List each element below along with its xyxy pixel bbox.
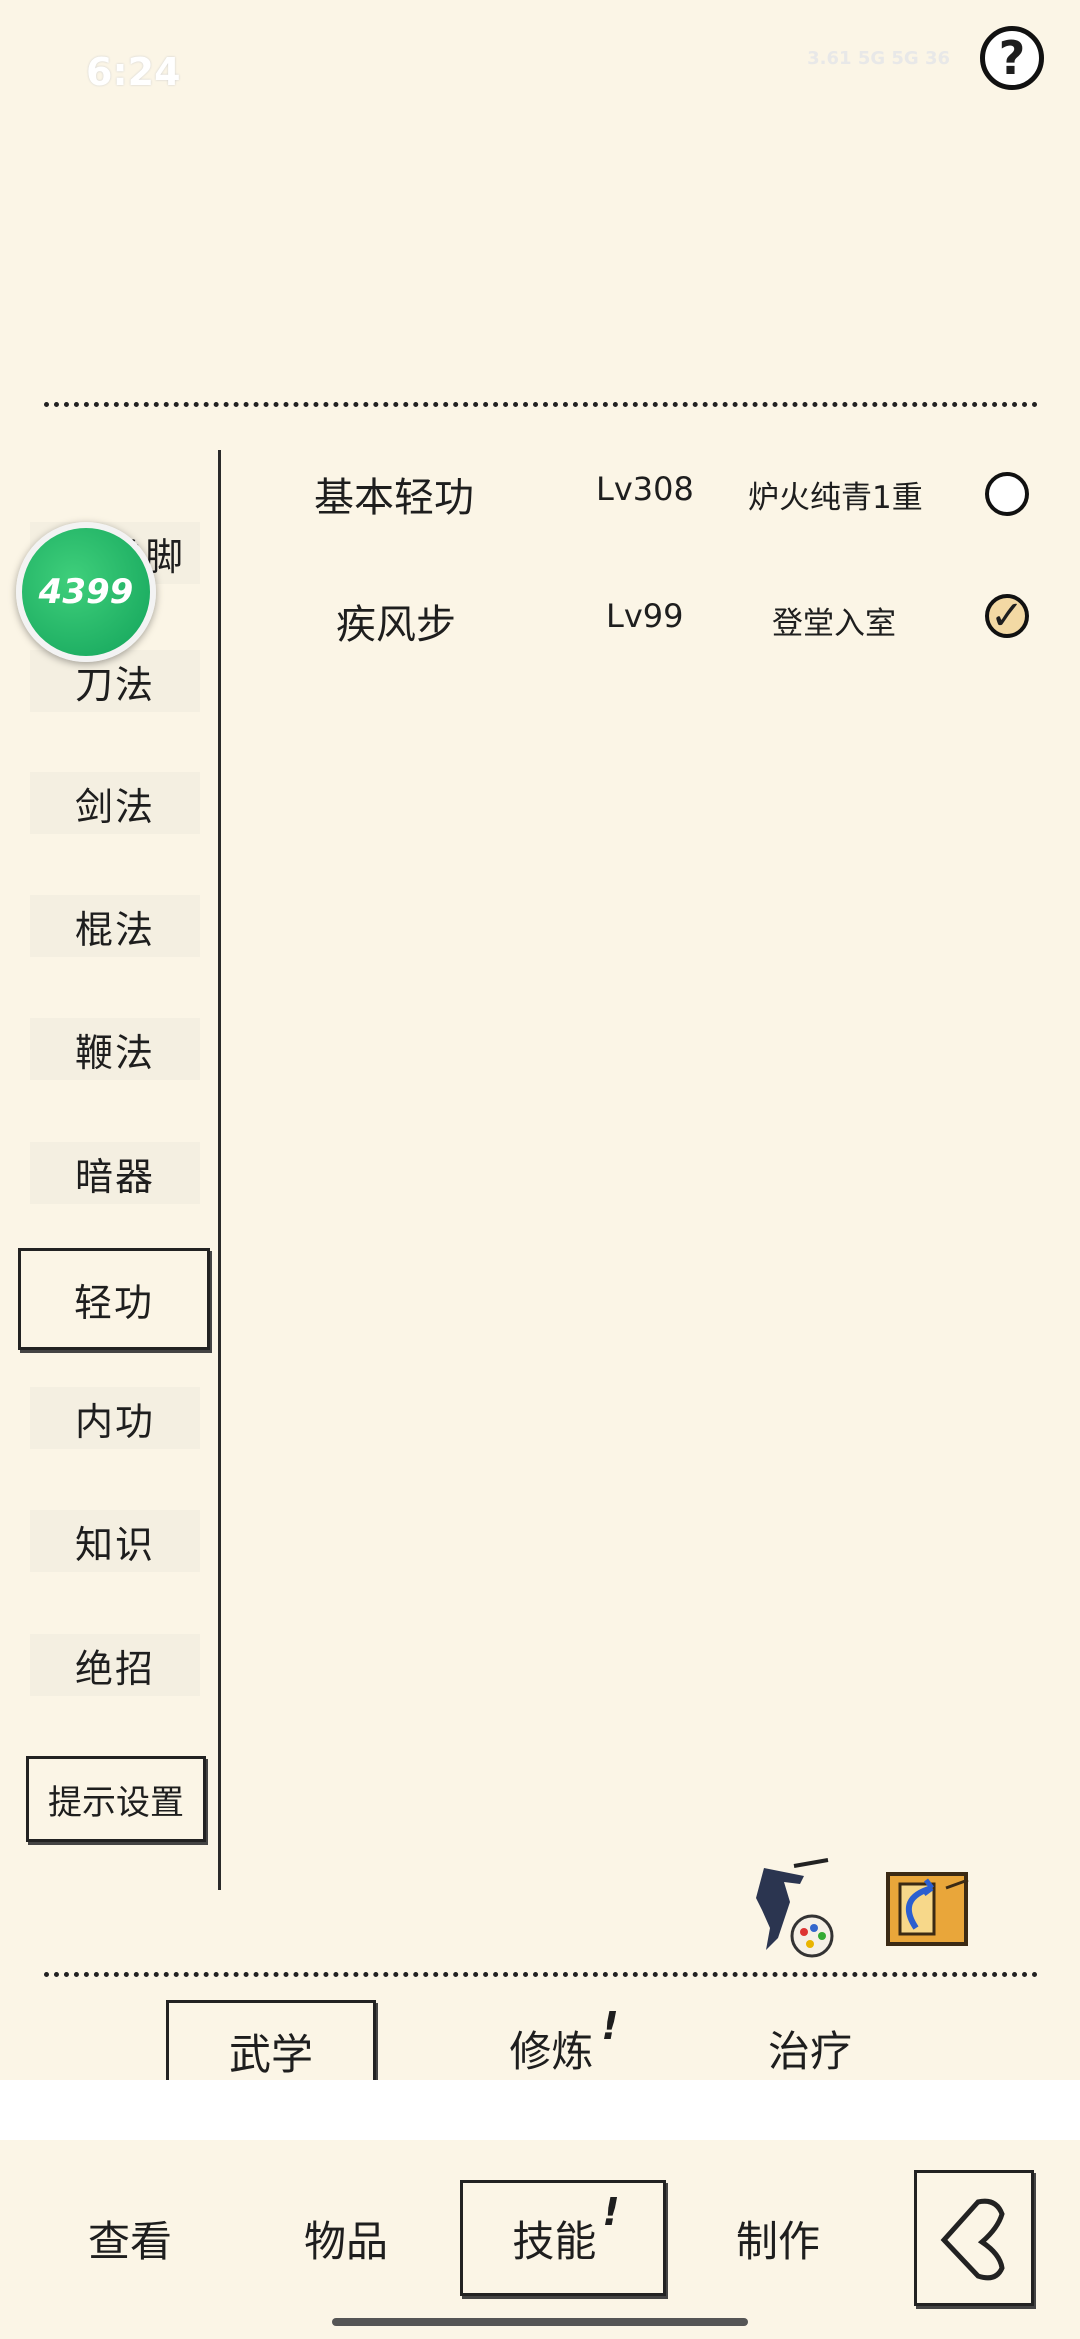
sidebar-item-label: 知识 [74, 1522, 155, 1567]
sidebar-item-label: 轻功 [73, 1280, 154, 1325]
sidebar-divider [218, 450, 221, 1890]
tab-label: 武学 [228, 2029, 313, 2079]
sidebar-item-jianfa[interactable]: 剑法 [30, 772, 200, 834]
sidebar-item-neigong[interactable]: 内功 [30, 1387, 200, 1449]
bottom-divider [44, 1972, 1038, 1977]
sidebar-item-bianfa[interactable]: 鞭法 [30, 1018, 200, 1080]
tip-settings-button[interactable]: 提示设置 [26, 1756, 206, 1842]
sidebar-item-qinggong[interactable]: 轻功 [18, 1248, 210, 1350]
nav-label: 制作 [735, 2216, 820, 2266]
sidebar-item-daofa[interactable]: 刀法 [30, 650, 200, 712]
alert-badge: ! [602, 2190, 620, 2234]
skill-name: 疾风步 [336, 602, 456, 648]
skill-stage: 登堂入室 [772, 606, 896, 642]
question-icon: ? [998, 31, 1026, 85]
checkmark-icon: ✓ [990, 593, 1024, 639]
status-signal: 3.61 5G 5G 36 [807, 48, 950, 69]
status-time: 6:24 [86, 50, 181, 94]
sidebar-item-label: 剑法 [74, 784, 155, 829]
nav-label: 查看 [87, 2216, 172, 2266]
refresh-book-icon[interactable] [876, 1858, 986, 1958]
sidebar-item-label: 内功 [74, 1399, 155, 1444]
alert-badge: ! [601, 2004, 619, 2048]
nav-skills[interactable]: 技能 ! [460, 2180, 666, 2296]
nav-label: 技能 [512, 2216, 597, 2266]
nav-label: 物品 [303, 2216, 388, 2266]
sidebar-item-gunfa[interactable]: 棍法 [30, 895, 200, 957]
back-arrow-icon [940, 2198, 1005, 2281]
tab-label: 治疗 [767, 2026, 852, 2076]
sidebar-item-label: 棍法 [74, 907, 155, 952]
nav-view[interactable]: 查看 [60, 2190, 200, 2286]
nav-items[interactable]: 物品 [276, 2190, 416, 2286]
back-button[interactable] [914, 2170, 1034, 2306]
nav-border [0, 2080, 1080, 2142]
sidebar-item-anqi[interactable]: 暗器 [30, 1142, 200, 1204]
top-divider [44, 402, 1038, 407]
sidebar-item-zhishi[interactable]: 知识 [30, 1510, 200, 1572]
tab-label: 修炼 [509, 2026, 594, 2076]
ninja-icon[interactable] [744, 1858, 844, 1958]
sidebar-item-label: 鞭法 [74, 1030, 155, 1075]
skill-level: Lv99 [606, 597, 684, 635]
help-button[interactable]: ? [980, 26, 1044, 90]
skill-stage: 炉火纯青1重 [748, 480, 923, 516]
sidebar-item-juezhao[interactable]: 绝招 [30, 1634, 200, 1696]
home-indicator[interactable] [332, 2318, 748, 2326]
floating-logo[interactable]: 4399 [16, 522, 156, 662]
nav-craft[interactable]: 制作 [708, 2190, 848, 2286]
skill-name: 基本轻功 [314, 475, 474, 521]
skill-level: Lv308 [596, 470, 694, 508]
sidebar-item-label: 暗器 [74, 1154, 155, 1199]
skill-select-radio[interactable]: ✓ [985, 593, 1029, 639]
sidebar-item-label: 绝招 [74, 1646, 155, 1691]
skill-select-radio[interactable] [985, 472, 1029, 516]
